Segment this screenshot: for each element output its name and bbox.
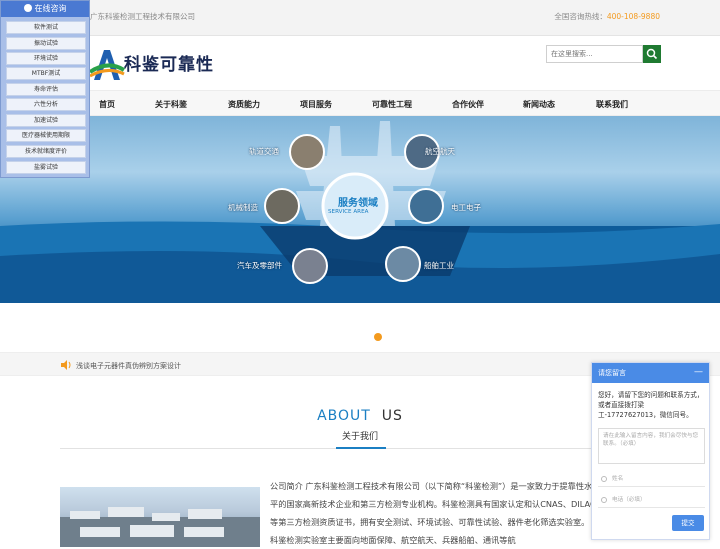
ticker-text[interactable]: 浅谈电子元器件真伪辨别方案设计 — [76, 361, 181, 371]
nav-item-partners[interactable]: 合作伙伴 — [452, 99, 484, 110]
phone-field[interactable]: 电话（必填） — [598, 492, 705, 508]
nav-item-reliability[interactable]: 可靠性工程 — [372, 99, 412, 110]
nav-item-news[interactable]: 新闻动态 — [523, 99, 555, 110]
header: 科鉴可靠性 — [0, 36, 720, 90]
search-box — [546, 45, 661, 63]
about-title-a: ABOUT — [317, 408, 371, 424]
area-electronics[interactable]: 电工电子 — [451, 202, 481, 213]
about-title-b: US — [381, 408, 403, 424]
hotline: 全国咨询热线：400-108-9880 — [554, 11, 660, 22]
divider-accent — [336, 447, 386, 449]
nav-item-home[interactable]: 首页 — [99, 99, 115, 110]
service-area-title: 服务领域 — [338, 198, 378, 209]
menu-item-environment[interactable]: 环境试验 — [6, 52, 86, 65]
user-icon — [601, 476, 607, 482]
logo-text: 科鉴可靠性 — [124, 55, 214, 75]
nav-item-contact[interactable]: 联系我们 — [596, 99, 628, 110]
area-machinery[interactable]: 机械制造 — [228, 202, 258, 213]
service-area-subtitle: SERVICE AREA — [328, 209, 369, 215]
menu-item-salt-spray[interactable]: 盐雾试验 — [6, 161, 86, 174]
campus-image — [60, 507, 260, 547]
menu-item-life-assessment[interactable]: 寿命评估 — [6, 83, 86, 96]
minimize-icon[interactable]: — — [694, 363, 703, 381]
area-aerospace[interactable]: 航空航天 — [425, 146, 455, 157]
about-text: 公司简介 广东科鉴检测工程技术有限公司（以下简称“科鉴检测”）是一家致力于提靠性… — [270, 481, 596, 545]
top-bar: 广东科鉴检测工程技术有限公司 全国咨询热线：400-108-9880 — [0, 0, 720, 36]
menu-item-vibration[interactable]: 振动试验 — [6, 37, 86, 50]
search-icon — [646, 48, 658, 60]
consult-title: 在线咨询 — [34, 4, 67, 13]
area-shipbuilding[interactable]: 船舶工业 — [424, 260, 454, 271]
chat-bubble-icon — [23, 4, 32, 12]
search-input[interactable] — [546, 45, 643, 63]
menu-item-medical[interactable]: 医疗器械使用期限 — [6, 129, 86, 142]
name-placeholder: 姓名 — [612, 476, 624, 482]
message-widget: 请您留言 — 您好，请留下您的问题和联系方式，或者直接拨打梁工-177276270… — [591, 362, 710, 540]
nav-item-services[interactable]: 项目服务 — [300, 99, 332, 110]
menu-item-accelerated[interactable]: 加速试验 — [6, 114, 86, 127]
phone-icon — [601, 497, 607, 503]
message-textarea[interactable]: 请在此输入留言内容，我们会尽快与您联系。（必填） — [598, 428, 705, 464]
nav-item-about[interactable]: 关于科鉴 — [155, 99, 187, 110]
menu-item-six-analysis[interactable]: 六性分析 — [6, 98, 86, 111]
menu-item-software-test[interactable]: 软件测试 — [6, 21, 86, 34]
search-button[interactable] — [643, 45, 661, 63]
submit-button[interactable]: 提交 — [672, 515, 704, 531]
about-photo — [60, 487, 260, 547]
hotline-label: 全国咨询热线： — [554, 12, 607, 21]
hero-banner[interactable]: 服务领域 SERVICE AREA 轨道交通 航空航天 机械制造 电工电子 汽车… — [0, 116, 720, 303]
menu-item-mtbf[interactable]: MTBF测试 — [6, 67, 86, 80]
message-greeting: 您好，请留下您的问题和联系方式，或者直接拨打梁工-17727627013，微信同… — [598, 391, 704, 419]
name-field[interactable]: 姓名 — [598, 471, 705, 487]
carousel-dot-active[interactable] — [374, 333, 382, 341]
speaker-icon — [61, 360, 71, 370]
message-widget-title: 请您留言 — [598, 369, 626, 377]
area-rail[interactable]: 轨道交通 — [249, 146, 279, 157]
area-automotive[interactable]: 汽车及零部件 — [237, 260, 282, 271]
menu-item-trl[interactable]: 技术就绪度评价 — [6, 145, 86, 158]
phone-placeholder: 电话（必填） — [612, 497, 646, 503]
hotline-number[interactable]: 400-108-9880 — [607, 12, 660, 21]
nav-item-qualification[interactable]: 资质能力 — [228, 99, 260, 110]
consult-header[interactable]: 在线咨询 — [1, 1, 89, 17]
company-name: 广东科鉴检测工程技术有限公司 — [90, 12, 195, 21]
message-widget-header[interactable]: 请您留言 — — [592, 363, 709, 383]
logo-mark-icon — [88, 50, 126, 80]
consult-float-menu: 在线咨询 软件测试 振动试验 环境试验 MTBF测试 寿命评估 六性分析 加速试… — [0, 0, 90, 178]
main-nav: 首页 关于科鉴 资质能力 项目服务 可靠性工程 合作伙伴 新闻动态 联系我们 — [0, 90, 720, 116]
